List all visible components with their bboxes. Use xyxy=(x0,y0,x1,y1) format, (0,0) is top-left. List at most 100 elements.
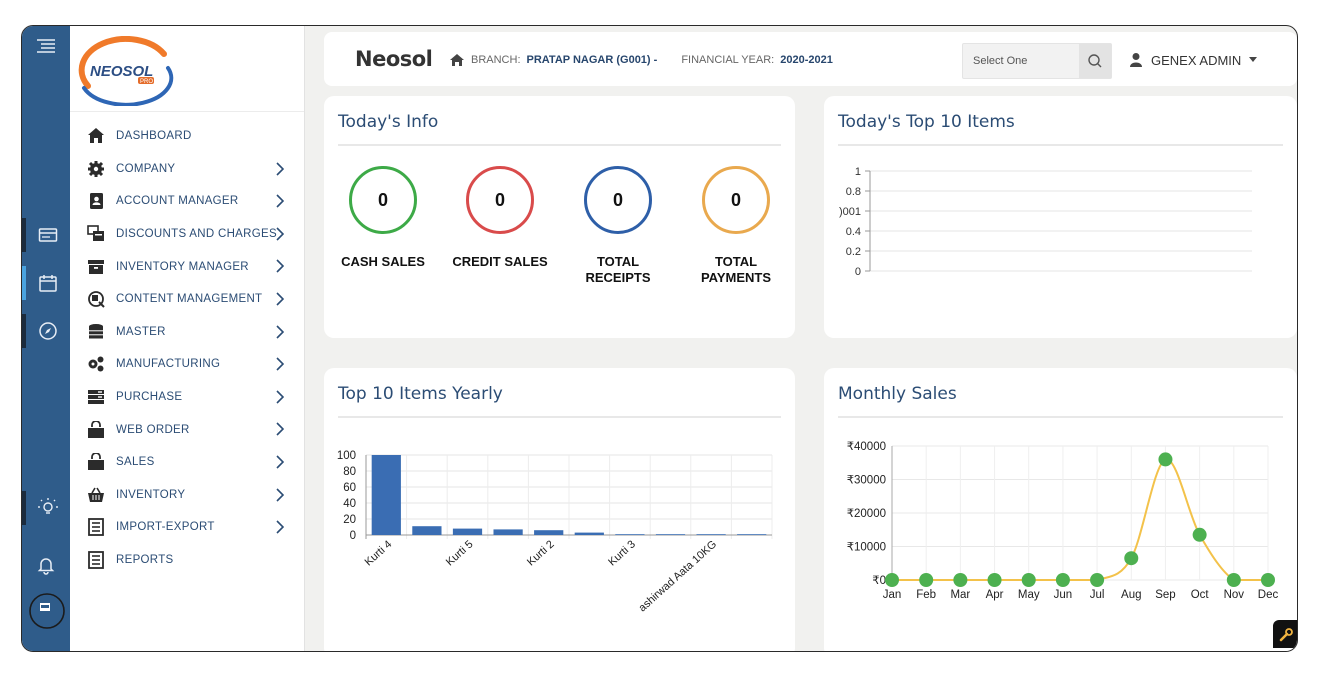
app-name: Neosol xyxy=(355,47,433,71)
server-icon xyxy=(86,388,106,406)
sidebar-item-label: SALES xyxy=(116,456,155,469)
monthly-sales-card: Monthly Sales ₹40000 ₹30000 ₹20000 ₹10000 ₹0… xyxy=(824,368,1297,651)
data-point xyxy=(1090,573,1105,587)
sidebar-item-inventory[interactable]: INVENTORY xyxy=(70,479,304,512)
search-icon xyxy=(1088,54,1102,68)
chevron-right-icon xyxy=(276,259,285,278)
sidebar-item-reports[interactable]: REPORTS xyxy=(70,544,304,577)
sidebar-menu: DASHBOARD COMPANY ACCOUNT MANAGER DISCOUNTS… xyxy=(70,112,304,576)
y-tick-label: ₹0 xyxy=(872,575,886,587)
sidebar-item-company[interactable]: COMPANY xyxy=(70,153,304,186)
sidebar-item-label: DISCOUNTS AND CHARGES xyxy=(116,228,277,241)
fy-value: 2020-2021 xyxy=(780,54,833,66)
calendar-icon[interactable] xyxy=(22,266,70,300)
data-point xyxy=(953,573,968,587)
y-tick-label: 20 xyxy=(343,514,356,526)
data-point xyxy=(987,573,1002,587)
sidebar-item-label: INVENTORY xyxy=(116,488,186,501)
y-tick-label: 80 xyxy=(343,466,356,478)
todays-info-title: Today's Info xyxy=(338,112,439,132)
top10-today-chart: 1 0.8)001 0.4 0.2 0 xyxy=(839,166,1252,278)
icon-rail xyxy=(22,26,70,651)
logo-badge: PRO xyxy=(140,79,153,85)
basket-icon xyxy=(86,486,106,504)
archive-box-icon xyxy=(86,258,106,276)
home-icon xyxy=(450,54,464,66)
data-point xyxy=(1124,551,1139,566)
data-point xyxy=(919,573,934,587)
x-tick-label: Mar xyxy=(950,589,970,601)
data-point xyxy=(1226,573,1241,587)
sidebar-item-web-order[interactable]: WEB ORDER xyxy=(70,413,304,446)
x-tick-label: Aug xyxy=(1121,589,1141,601)
select-placeholder: Select One xyxy=(973,55,1028,67)
sidebar-item-label: ACCOUNT MANAGER xyxy=(116,195,239,208)
y-tick-label: 0.2 xyxy=(846,246,861,258)
sidebar-item-content-management[interactable]: CONTENT MANAGEMENT xyxy=(70,283,304,316)
sidebar-item-label: COMPANY xyxy=(116,162,176,175)
bar xyxy=(412,526,442,535)
y-tick-label: )001 xyxy=(839,206,861,218)
bulb-icon[interactable] xyxy=(22,491,70,525)
monthly-sales-chart: ₹40000 ₹30000 ₹20000 ₹10000 ₹0 Jan Feb Mar Apr Ma… xyxy=(847,441,1279,601)
gear-icon xyxy=(86,160,106,178)
logo[interactable]: NEOSOL PRO xyxy=(70,26,304,112)
y-tick-label: 0 xyxy=(350,530,356,542)
x-tick-label: Dec xyxy=(1258,589,1279,601)
y-tick-label: 0 xyxy=(855,266,861,278)
user-menu[interactable]: GENEX ADMIN xyxy=(1129,52,1258,68)
bar xyxy=(452,528,483,535)
sidebar-item-account-manager[interactable]: ACCOUNT MANAGER xyxy=(70,185,304,218)
sidebar-item-purchase[interactable]: PURCHASE xyxy=(70,381,304,414)
main-content: Neosol BRANCH: PRATAP NAGAR (G001) - FIN… xyxy=(305,26,1297,651)
sidebar-item-sales[interactable]: SALES xyxy=(70,446,304,479)
x-tick-label: Kurti 4 xyxy=(363,538,395,568)
compass-icon[interactable] xyxy=(22,314,70,348)
top10-yearly-chart: 100 80 60 40 20 0 Kurti 4 Kurti 5 Kurti 2 Kurti 3… xyxy=(337,450,773,614)
x-tick-label: ashirwad Aata 10KG xyxy=(637,538,720,614)
user-name: GENEX ADMIN xyxy=(1151,52,1242,68)
content-icon xyxy=(86,290,106,308)
sidebar-item-import-export[interactable]: IMPORT-EXPORT xyxy=(70,511,304,544)
top-bar: Neosol BRANCH: PRATAP NAGAR (G001) - FIN… xyxy=(324,32,1297,86)
chevron-right-icon xyxy=(276,194,285,213)
sidebar-item-label: PURCHASE xyxy=(116,391,183,404)
sidebar-item-inventory-manager[interactable]: INVENTORY MANAGER xyxy=(70,250,304,283)
search-button[interactable] xyxy=(1079,44,1111,78)
stat-ring: 0 xyxy=(466,166,534,234)
chevron-right-icon xyxy=(276,357,285,376)
x-tick-label: Kurti 5 xyxy=(444,538,476,568)
cogs-icon xyxy=(86,355,106,373)
x-tick-label: Jun xyxy=(1054,589,1073,601)
settings-corner-button[interactable] xyxy=(1273,620,1297,648)
stat-label: TOTAL RECEIPTS xyxy=(585,254,651,285)
caret-down-icon xyxy=(1249,57,1258,62)
card-icon[interactable] xyxy=(22,218,70,252)
sidebar-item-label: WEB ORDER xyxy=(116,423,190,436)
sidebar-item-discounts-and-charges[interactable]: DISCOUNTS AND CHARGES xyxy=(70,218,304,251)
bell-icon[interactable] xyxy=(22,548,70,582)
profile-icon[interactable] xyxy=(22,593,70,630)
stat-ring: 0 xyxy=(349,166,417,234)
sidebar-item-manufacturing[interactable]: MANUFACTURING xyxy=(70,348,304,381)
chevron-right-icon xyxy=(276,227,285,246)
sidebar-item-label: INVENTORY MANAGER xyxy=(116,260,249,273)
top10-today-title: Today's Top 10 Items xyxy=(838,112,1015,132)
chevron-right-icon xyxy=(276,292,285,311)
x-tick-label: Sep xyxy=(1155,589,1175,601)
x-tick-label: Feb xyxy=(916,589,936,601)
y-tick-label: ₹30000 xyxy=(847,475,886,487)
sidebar-item-master[interactable]: MASTER xyxy=(70,316,304,349)
stat-ring: 0 xyxy=(584,166,652,234)
branch-select[interactable]: Select One xyxy=(962,43,1112,79)
x-tick-label: May xyxy=(1018,589,1040,601)
tag-stack-icon xyxy=(86,225,106,243)
sidebar-item-dashboard[interactable]: DASHBOARD xyxy=(70,120,304,153)
chevron-right-icon xyxy=(276,520,285,539)
data-point xyxy=(1055,573,1070,587)
bar xyxy=(371,455,401,535)
shopping-bag-icon xyxy=(86,420,106,439)
menu-toggle-icon[interactable] xyxy=(22,30,70,64)
y-tick-label: ₹20000 xyxy=(847,508,886,520)
sidebar-item-label: MANUFACTURING xyxy=(116,358,221,371)
